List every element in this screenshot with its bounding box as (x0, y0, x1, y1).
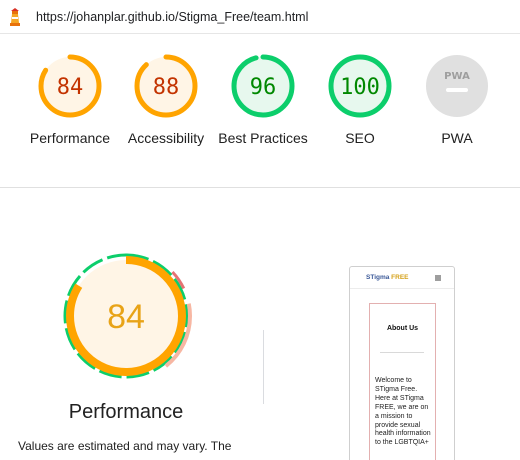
about-text: Welcome to STigma Free. Here at STigma F… (375, 377, 431, 447)
gauge-performance-ring: 84 (38, 54, 102, 118)
gauge-pwa[interactable]: PWA PWA (407, 53, 507, 148)
final-screenshot: STigma FREE About Us Welcome to STigma F… (349, 266, 455, 460)
gauge-accessibility-label: Accessibility (127, 130, 205, 146)
gauge-best-practices-ring: 96 (231, 54, 295, 118)
screenshot-header: STigma FREE (350, 267, 454, 289)
gauge-best-practices[interactable]: 96 Best Practices (213, 53, 313, 148)
about-divider (380, 352, 424, 353)
gauge-accessibility[interactable]: 88 Accessibility (116, 53, 216, 148)
gauge-performance-label: Performance (29, 130, 111, 146)
gauge-performance[interactable]: 84 Performance (20, 53, 120, 148)
gauge-best-practices-score: 96 (250, 75, 277, 100)
section-divider (263, 330, 264, 404)
logo-stigma: STigma (366, 274, 390, 281)
performance-section: 84 Performance Values are estimated and … (0, 188, 520, 460)
about-heading: About Us (386, 325, 419, 332)
page-url[interactable]: https://johanplar.github.io/Stigma_Free/… (36, 10, 308, 24)
logo-free: FREE (391, 274, 409, 281)
gauge-best-practices-label: Best Practices (218, 130, 308, 146)
menu-icon (435, 275, 441, 281)
lighthouse-icon (10, 8, 20, 26)
gauge-accessibility-score: 88 (153, 75, 180, 100)
gauge-seo-label: SEO (345, 130, 375, 146)
performance-big-gauge: 84 (60, 250, 192, 382)
gauge-pwa-ring: PWA (426, 55, 488, 117)
category-gauges: 84 Performance 88 Accessibility 96 Best … (0, 34, 520, 188)
performance-big-score: 84 (107, 298, 145, 336)
gauge-performance-score: 84 (57, 75, 84, 100)
gauge-seo-score: 100 (340, 75, 380, 100)
gauge-accessibility-ring: 88 (134, 54, 198, 118)
screenshot-logo: STigma FREE (366, 274, 409, 281)
pwa-badge-dash (446, 88, 468, 92)
pwa-badge-icon: PWA (444, 71, 470, 82)
gauge-seo-ring: 100 (328, 54, 392, 118)
gauge-seo[interactable]: 100 SEO (310, 53, 410, 148)
performance-title: Performance (68, 401, 184, 423)
performance-note: Values are estimated and may vary. The (18, 439, 232, 453)
address-bar: https://johanplar.github.io/Stigma_Free/… (0, 0, 520, 34)
gauge-pwa-label: PWA (441, 130, 473, 146)
about-card: About Us Welcome to STigma Free. Here at… (369, 303, 436, 460)
